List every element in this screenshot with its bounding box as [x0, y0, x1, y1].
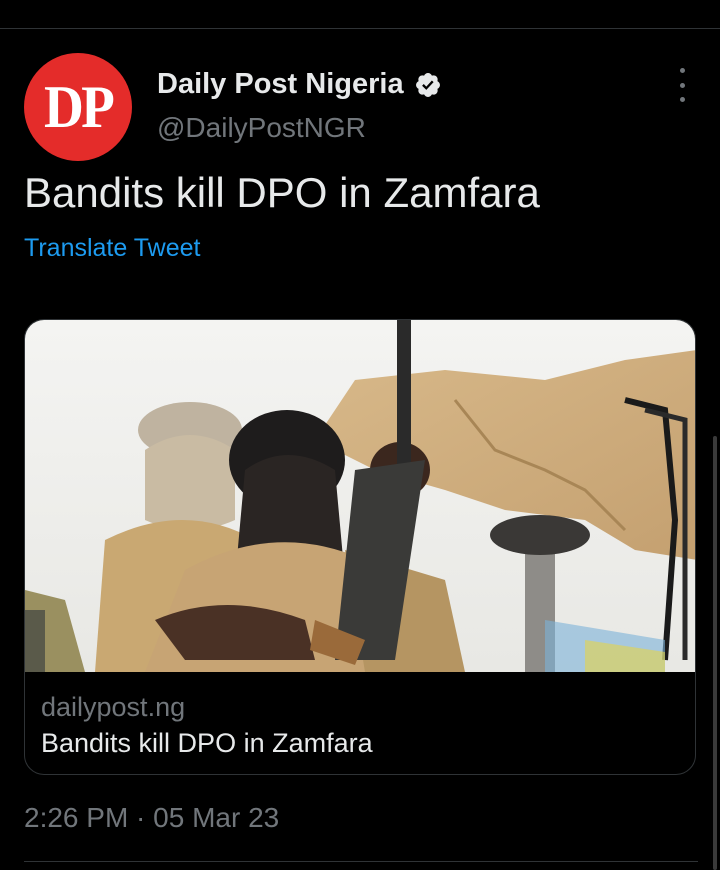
card-title: Bandits kill DPO in Zamfara — [41, 728, 373, 758]
tweet-text: Bandits kill DPO in Zamfara — [24, 169, 540, 216]
more-options-icon[interactable] — [672, 68, 692, 102]
author-handle[interactable]: @DailyPostNGR — [157, 112, 366, 144]
bottom-divider — [24, 861, 698, 862]
tweet-detail-page: DP Daily Post Nigeria @DailyPostNGR Band… — [0, 0, 720, 870]
top-divider — [0, 28, 720, 29]
translate-tweet-link[interactable]: Translate Tweet — [24, 234, 200, 263]
verified-badge-icon — [415, 72, 440, 97]
card-domain: dailypost.ng — [41, 692, 186, 722]
tweet-timestamp[interactable]: 2:26 PM · 05 Mar 23 — [24, 802, 279, 834]
card-image — [25, 320, 695, 672]
link-preview-card[interactable]: dailypost.ng Bandits kill DPO in Zamfara — [24, 319, 696, 775]
scrollbar[interactable] — [713, 436, 717, 870]
author-display-name[interactable]: Daily Post Nigeria — [157, 68, 404, 101]
avatar[interactable]: DP — [24, 53, 132, 161]
author-name-row[interactable]: Daily Post Nigeria — [157, 68, 442, 101]
avatar-logo-text: DP — [43, 74, 115, 140]
